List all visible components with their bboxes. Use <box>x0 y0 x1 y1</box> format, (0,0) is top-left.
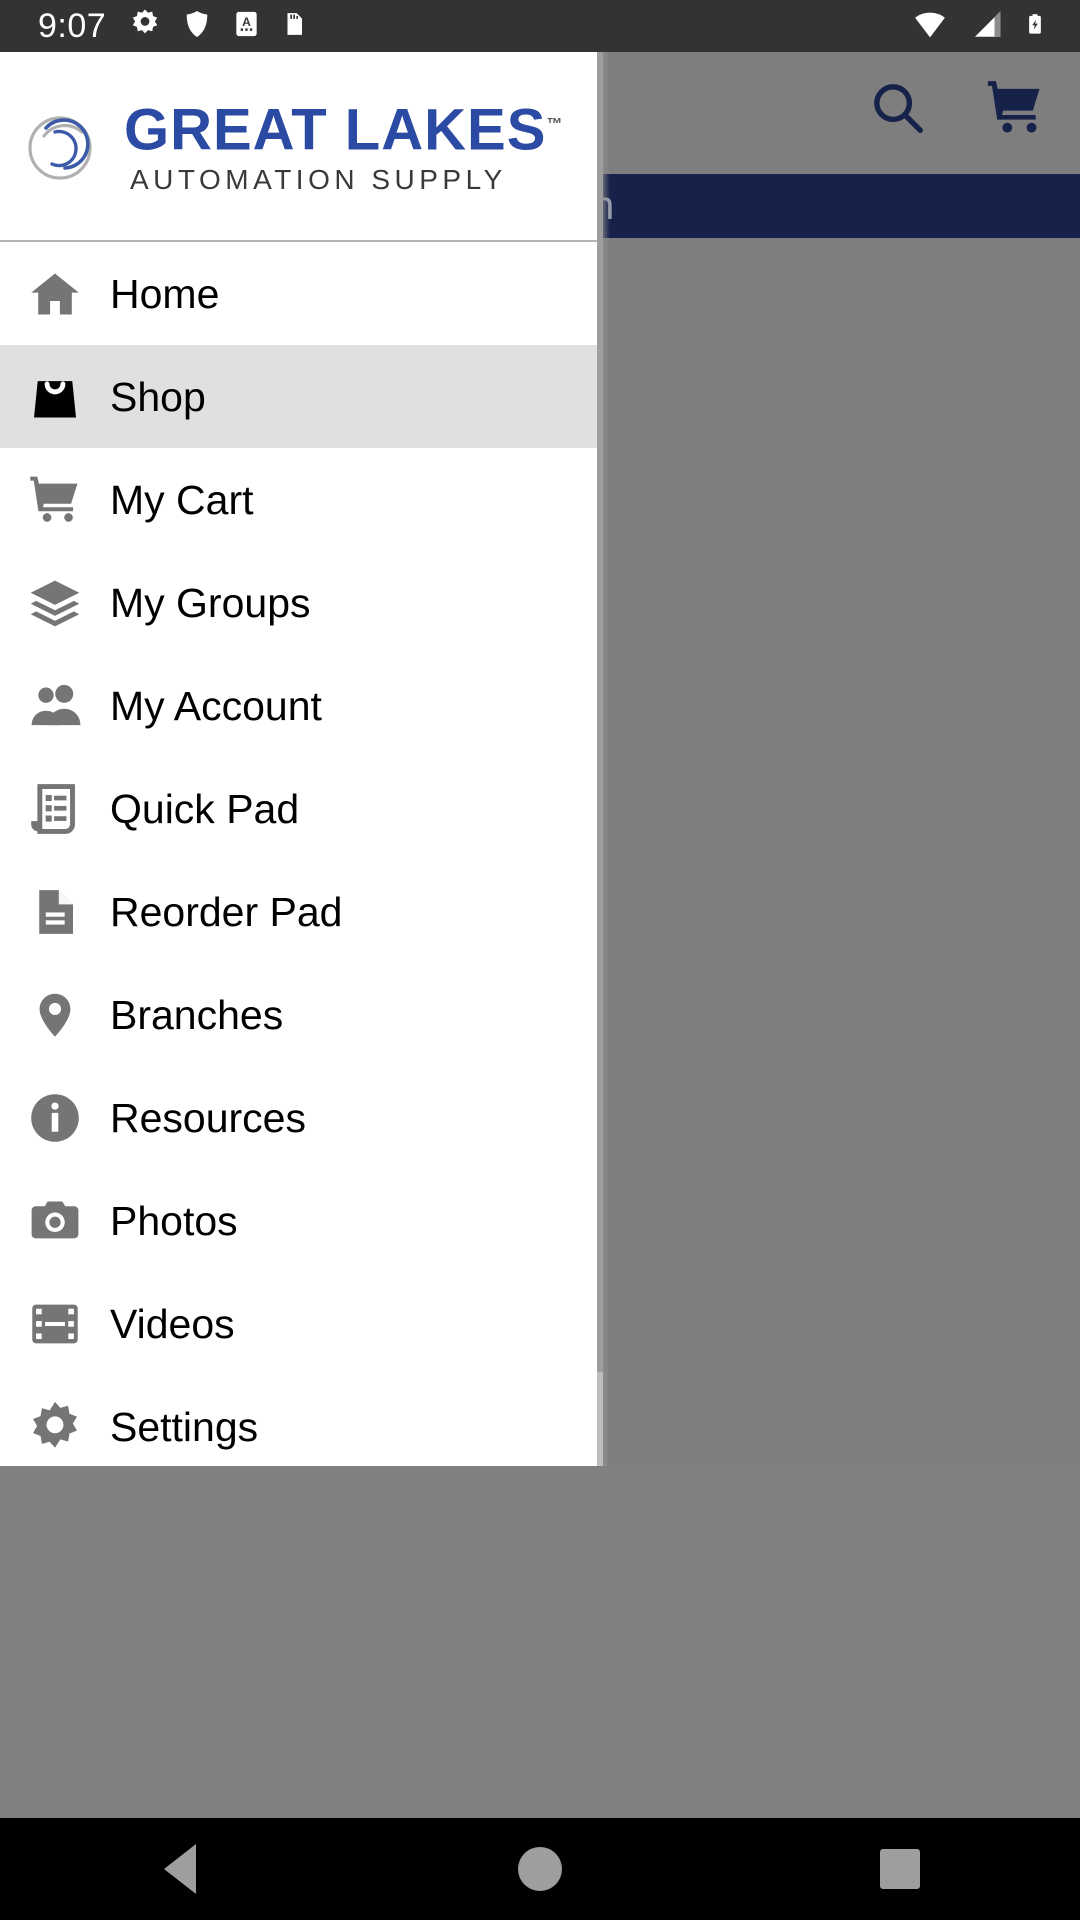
sidebar-item-label: Shop <box>110 373 206 420</box>
cart-icon[interactable] <box>982 76 1048 143</box>
sidebar-item-my-account[interactable]: My Account <box>0 654 600 757</box>
status-bar-left-icons: A <box>128 7 307 46</box>
sidebar-item-label: My Groups <box>110 579 311 626</box>
system-navigation-bar <box>0 1818 1080 1920</box>
status-bar-clock: 9:07 <box>38 7 107 45</box>
cellular-signal-icon <box>968 7 1006 46</box>
wifi-icon <box>910 7 950 46</box>
drawer-scrollbar-thumb[interactable] <box>597 52 603 1372</box>
sidebar-item-home[interactable]: Home <box>0 242 600 345</box>
sidebar-item-label: Branches <box>110 991 284 1038</box>
sidebar-item-label: Settings <box>110 1403 259 1450</box>
home-icon <box>0 266 110 322</box>
sidebar-item-resources[interactable]: Resources <box>0 1066 600 1169</box>
status-bar: 9:07 A <box>0 0 1080 52</box>
trademark-symbol: ™ <box>546 116 564 134</box>
drawer-menu: Home Shop My Cart My Groups My Account Q… <box>0 242 600 1466</box>
sidebar-item-label: Photos <box>110 1197 238 1244</box>
back-triangle-icon <box>164 1844 196 1894</box>
sidebar-item-label: Videos <box>110 1300 235 1347</box>
sd-card-icon <box>281 7 307 46</box>
sidebar-item-label: Home <box>110 270 220 317</box>
sidebar-item-label: Quick Pad <box>110 785 300 832</box>
sidebar-item-label: Resources <box>110 1094 306 1141</box>
list-scroll-icon <box>0 781 110 837</box>
background-app-bar-actions <box>866 76 1048 143</box>
logo-secondary-text: AUTOMATION SUPPLY <box>130 163 507 195</box>
battery-charging-icon <box>1024 6 1046 47</box>
sidebar-item-shop[interactable]: Shop <box>0 345 600 448</box>
cart-icon <box>0 472 110 528</box>
swirl-circle-logo-icon <box>20 106 100 186</box>
phone-screen: n GREAT LAKES™ AUTOMATION SUPPLY <box>0 0 1080 1920</box>
settings-gear-icon <box>128 7 162 46</box>
document-icon <box>0 884 110 940</box>
sidebar-item-label: My Cart <box>110 476 254 523</box>
map-pin-icon <box>0 986 110 1044</box>
sidebar-item-quick-pad[interactable]: Quick Pad <box>0 757 600 860</box>
camera-icon <box>0 1195 110 1247</box>
layers-icon <box>0 575 110 631</box>
recents-square-icon <box>880 1849 920 1889</box>
screenshot-a-icon: A <box>232 7 261 46</box>
shield-icon <box>182 7 212 46</box>
sidebar-item-reorder-pad[interactable]: Reorder Pad <box>0 860 600 963</box>
sidebar-item-label: Reorder Pad <box>110 888 343 935</box>
recents-button[interactable] <box>720 1849 1080 1889</box>
drawer-header: GREAT LAKES™ AUTOMATION SUPPLY <box>0 52 600 242</box>
gear-icon <box>0 1398 110 1456</box>
sidebar-item-videos[interactable]: Videos <box>0 1272 600 1375</box>
sidebar-item-my-cart[interactable]: My Cart <box>0 448 600 551</box>
shopping-bag-icon <box>0 368 110 426</box>
sidebar-item-branches[interactable]: Branches <box>0 963 600 1066</box>
sidebar-item-settings[interactable]: Settings <box>0 1375 600 1466</box>
status-bar-right-icons <box>910 6 1046 47</box>
sidebar-item-label: My Account <box>110 682 322 729</box>
info-circle-icon <box>0 1090 110 1146</box>
home-circle-icon <box>518 1847 562 1891</box>
logo-primary-text: GREAT LAKES <box>124 97 547 163</box>
back-button[interactable] <box>0 1844 360 1894</box>
svg-text:A: A <box>242 14 251 28</box>
navigation-drawer: GREAT LAKES™ AUTOMATION SUPPLY Home Shop… <box>0 52 600 1466</box>
sidebar-item-my-groups[interactable]: My Groups <box>0 551 600 654</box>
film-strip-icon <box>0 1297 110 1351</box>
people-icon <box>0 679 110 733</box>
home-button[interactable] <box>360 1847 720 1891</box>
search-icon[interactable] <box>866 76 928 143</box>
brand-logo: GREAT LAKES™ AUTOMATION SUPPLY <box>20 96 563 195</box>
sidebar-item-photos[interactable]: Photos <box>0 1169 600 1272</box>
